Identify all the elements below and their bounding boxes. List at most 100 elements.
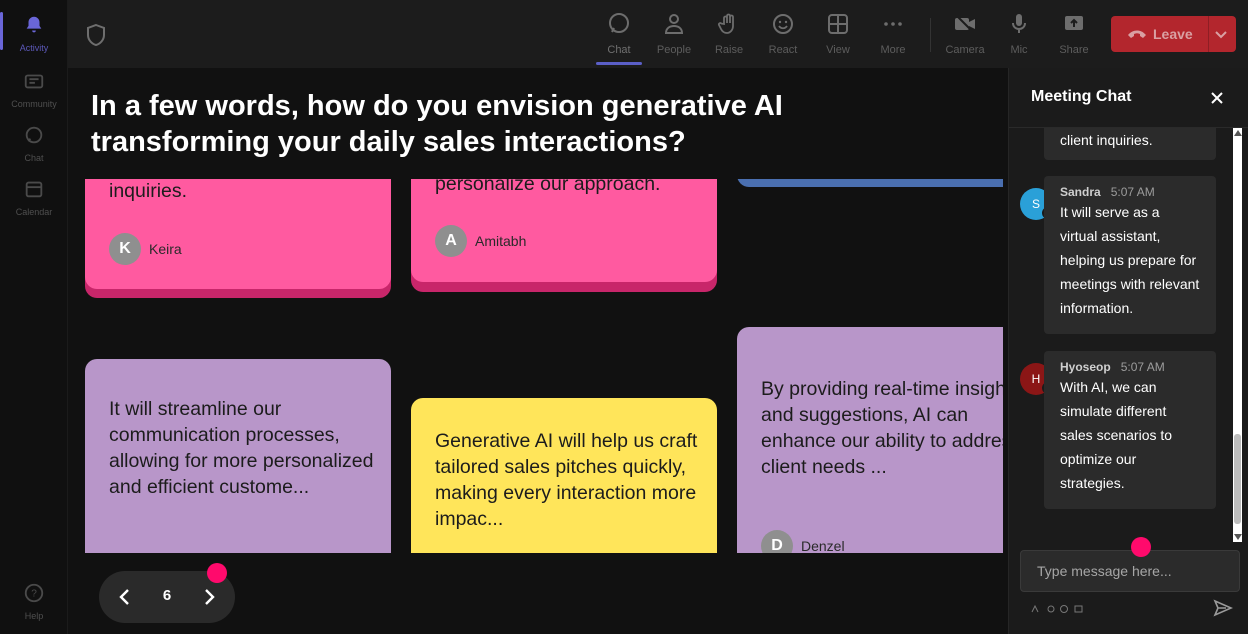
chat-icon bbox=[25, 126, 43, 144]
raise-label: Raise bbox=[714, 44, 744, 56]
chat-message: Sandra 5:07 AM It will serve as a virtual… bbox=[1044, 176, 1216, 334]
left-rail: Activity Community Chat Calendar ? Help bbox=[0, 0, 68, 634]
shield-icon[interactable] bbox=[86, 24, 106, 46]
view-label: View bbox=[826, 44, 850, 56]
message-meta: Hyoseop 5:07 AM bbox=[1060, 359, 1200, 375]
more-button[interactable]: More bbox=[868, 10, 918, 60]
card-text: It will streamline our communication pro… bbox=[109, 398, 374, 498]
view-button[interactable]: View bbox=[813, 10, 863, 60]
meeting-toolbar: Chat People Raise React View More Camera bbox=[68, 0, 1248, 68]
people-label: People bbox=[656, 44, 692, 56]
rail-item-calendar[interactable]: Calendar bbox=[0, 170, 68, 220]
community-icon bbox=[24, 74, 44, 89]
chevron-down-icon[interactable] bbox=[1213, 26, 1229, 42]
author-name: Denzel bbox=[801, 538, 845, 553]
scroll-up-icon[interactable] bbox=[1234, 130, 1242, 136]
rail-label: Calendar bbox=[15, 207, 53, 217]
response-card[interactable]: It will streamline our communication pro… bbox=[85, 359, 391, 553]
message-text: client inquiries. bbox=[1060, 132, 1153, 148]
message-list[interactable]: client inquiries. S Sandra 5:07 AM It wil… bbox=[1009, 128, 1241, 542]
camera-label: Camera bbox=[945, 44, 985, 56]
card-text: By providing real-time insights and sugg… bbox=[761, 378, 1003, 478]
author-name: Keira bbox=[149, 241, 182, 257]
question-title: In a few words, how do you envision gene… bbox=[91, 90, 783, 158]
chat-message: client inquiries. bbox=[1044, 128, 1216, 160]
scroll-down-icon[interactable] bbox=[1234, 534, 1242, 540]
message-author: Sandra bbox=[1060, 185, 1101, 199]
scroll-thumb[interactable] bbox=[1234, 434, 1241, 524]
grid-view-icon bbox=[828, 14, 848, 34]
page-number: 6 bbox=[162, 587, 172, 604]
response-card[interactable]: Generative AI will help us craft tailore… bbox=[411, 398, 717, 553]
format-toolbar-icons[interactable] bbox=[1031, 604, 1087, 614]
response-card[interactable]: By providing real-time insights and sugg… bbox=[737, 327, 1003, 553]
share-button[interactable]: Share bbox=[1049, 10, 1099, 60]
message-meta: Sandra 5:07 AM bbox=[1060, 184, 1200, 200]
card-author: A Amitabh bbox=[435, 225, 526, 257]
bell-icon bbox=[26, 16, 42, 33]
help-icon: ? bbox=[24, 583, 44, 603]
rail-item-activity[interactable]: Activity bbox=[0, 6, 68, 56]
author-name: Amitabh bbox=[475, 233, 527, 249]
people-button[interactable]: People bbox=[649, 10, 699, 60]
send-icon[interactable] bbox=[1213, 598, 1233, 618]
avatar: A bbox=[435, 225, 467, 257]
rail-label: Help bbox=[24, 611, 44, 621]
message-time: 5:07 AM bbox=[1110, 185, 1155, 199]
share-label: Share bbox=[1059, 44, 1089, 56]
calendar-icon bbox=[25, 181, 43, 198]
more-label: More bbox=[880, 44, 906, 56]
message-time: 5:07 AM bbox=[1120, 360, 1165, 374]
pointer-dot bbox=[207, 563, 227, 583]
response-card[interactable] bbox=[737, 179, 1003, 187]
rail-item-help[interactable]: ? Help bbox=[0, 574, 68, 624]
message-text: It will serve as a virtual assistant, he… bbox=[1060, 204, 1200, 316]
chat-label: Chat bbox=[607, 44, 631, 56]
card-author: K Keira bbox=[109, 233, 182, 265]
chevron-right-icon[interactable] bbox=[197, 585, 221, 609]
presentation-stage: In a few words, how do you envision gene… bbox=[68, 68, 1008, 634]
raise-hand-button[interactable]: Raise bbox=[704, 10, 754, 60]
message-author: Hyoseop bbox=[1060, 360, 1111, 374]
rail-label: Community bbox=[11, 99, 57, 109]
leave-divider bbox=[1208, 16, 1209, 52]
react-button[interactable]: React bbox=[758, 10, 808, 60]
chat-icon bbox=[609, 13, 629, 33]
toolbar-divider bbox=[930, 18, 931, 52]
chat-button[interactable]: Chat bbox=[594, 10, 644, 60]
hang-up-icon bbox=[1128, 30, 1146, 38]
people-icon bbox=[664, 14, 684, 34]
mic-button[interactable]: Mic bbox=[994, 10, 1044, 60]
response-card[interactable]: inquiries. K Keira bbox=[85, 179, 391, 289]
chat-scrollbar[interactable] bbox=[1233, 128, 1242, 542]
react-label: React bbox=[768, 44, 798, 56]
card-text: inquiries. bbox=[109, 180, 188, 202]
svg-text:?: ? bbox=[31, 589, 37, 600]
smiley-icon bbox=[773, 14, 793, 34]
rail-item-community[interactable]: Community bbox=[0, 62, 68, 112]
camera-off-icon bbox=[955, 14, 975, 34]
active-tab-indicator bbox=[596, 62, 642, 65]
rail-item-chat[interactable]: Chat bbox=[0, 116, 68, 166]
card-text: personalize our approach. bbox=[435, 179, 661, 195]
card-author: D Denzel bbox=[761, 530, 845, 553]
chevron-left-icon[interactable] bbox=[113, 585, 137, 609]
chat-title: Meeting Chat bbox=[1031, 88, 1132, 105]
leave-label: Leave bbox=[1153, 26, 1193, 42]
message-input[interactable] bbox=[1021, 551, 1239, 591]
leave-button[interactable]: Leave bbox=[1111, 16, 1236, 52]
close-icon[interactable] bbox=[1209, 90, 1225, 106]
response-board: inquiries. K Keira personalize our approa… bbox=[68, 179, 1003, 553]
meeting-chat-panel: Meeting Chat client inquiries. S Sandra 5… bbox=[1008, 68, 1248, 634]
hand-icon bbox=[718, 13, 734, 34]
pointer-dot bbox=[1131, 537, 1151, 557]
chat-message: Hyoseop 5:07 AM With AI, we can simulate … bbox=[1044, 351, 1216, 509]
avatar: D bbox=[761, 530, 793, 553]
format-tools[interactable] bbox=[1031, 604, 1087, 616]
response-card[interactable]: personalize our approach. A Amitabh bbox=[411, 179, 717, 282]
rail-label: Chat bbox=[24, 153, 44, 163]
card-text: Generative AI will help us craft tailore… bbox=[435, 430, 698, 530]
camera-button[interactable]: Camera bbox=[940, 10, 990, 60]
rail-label: Activity bbox=[19, 43, 49, 53]
avatar-initial: H bbox=[1031, 372, 1041, 386]
